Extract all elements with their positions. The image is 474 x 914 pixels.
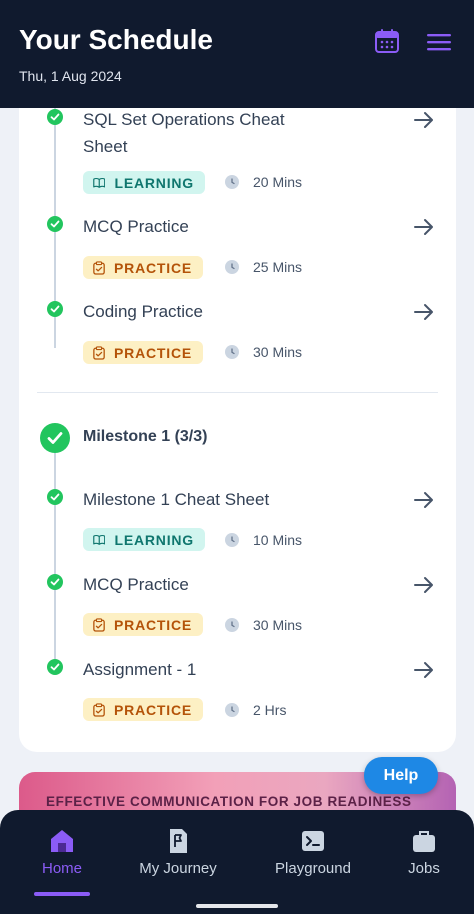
schedule-card: SQL Set Operations Cheat Sheet LEARNING … [19,108,456,752]
duration-text: 10 Mins [253,532,303,548]
arrow-right-icon[interactable] [413,110,435,130]
practice-tag: PRACTICE [83,698,203,721]
schedule-item-title[interactable]: MCQ Practice [83,571,313,598]
clipboard-check-icon [93,345,105,360]
duration-text: 30 Mins [253,344,303,360]
timeline-line [54,453,56,673]
terminal-icon [300,828,326,854]
milestone-check-icon [40,423,70,453]
clipboard-check-icon [93,617,105,632]
tag-label: PRACTICE [114,344,192,361]
active-tab-indicator [34,892,90,896]
briefcase-icon [411,828,437,854]
arrow-right-icon[interactable] [413,575,435,595]
practice-tag: PRACTICE [83,613,203,636]
nav-label: Playground [275,860,351,877]
system-home-indicator[interactable] [196,904,278,908]
arrow-right-icon[interactable] [413,660,435,680]
tag-label: PRACTICE [114,616,192,633]
nav-label: Jobs [408,860,440,877]
banner-text: EFFECTIVE COMMUNICATION FOR JOB READINES… [46,794,412,809]
clock-icon [225,345,239,359]
calendar-icon[interactable] [373,27,401,55]
schedule-date: Thu, 1 Aug 2024 [19,68,122,84]
duration-text: 30 Mins [253,617,303,633]
clock-icon [225,175,239,189]
bottom-navigation: Home My Journey Playground Jobs [0,810,474,914]
check-icon [47,109,63,125]
milestone-title[interactable]: Milestone 1 (3/3) [83,428,207,446]
schedule-item-title[interactable]: SQL Set Operations Cheat Sheet [83,106,313,160]
check-icon [47,574,63,590]
practice-tag: PRACTICE [83,256,203,279]
nav-label: Home [41,860,82,877]
clock-icon [225,260,239,274]
tag-label: PRACTICE [114,701,192,718]
book-icon [93,177,106,188]
help-button[interactable]: Help [364,757,438,794]
home-icon [49,828,75,854]
clock-icon [225,618,239,632]
check-icon [47,659,63,675]
book-icon [93,534,106,545]
learning-tag: LEARNING [83,171,205,194]
tag-label: PRACTICE [114,259,192,276]
clipboard-check-icon [93,260,105,275]
arrow-right-icon[interactable] [413,217,435,237]
duration-text: 25 Mins [253,259,303,275]
clock-icon [225,703,239,717]
app-header: Your Schedule Thu, 1 Aug 2024 [0,0,474,108]
schedule-item-title[interactable]: Assignment - 1 [83,656,313,683]
nav-home[interactable]: Home [7,828,117,898]
schedule-item-title[interactable]: Coding Practice [83,298,313,325]
flag-icon [165,828,191,854]
duration-text: 2 Hrs [253,702,287,718]
tag-label: LEARNING [114,531,194,548]
page-title: Your Schedule [19,24,213,55]
check-icon [47,301,63,317]
clock-icon [225,533,239,547]
nav-my-journey[interactable]: My Journey [123,828,233,898]
nav-jobs[interactable]: Jobs [369,828,474,898]
section-divider [37,392,438,393]
arrow-right-icon[interactable] [413,302,435,322]
arrow-right-icon[interactable] [413,490,435,510]
nav-label: My Journey [139,860,217,877]
schedule-item-title[interactable]: Milestone 1 Cheat Sheet [83,486,313,513]
tag-label: LEARNING [114,174,194,191]
nav-playground[interactable]: Playground [258,828,368,898]
hamburger-menu-icon[interactable] [426,30,452,54]
check-icon [47,216,63,232]
practice-tag: PRACTICE [83,341,203,364]
duration-text: 20 Mins [253,174,303,190]
check-icon [47,489,63,505]
schedule-item-title[interactable]: MCQ Practice [83,213,313,240]
learning-tag: LEARNING [83,528,205,551]
clipboard-check-icon [93,702,105,717]
